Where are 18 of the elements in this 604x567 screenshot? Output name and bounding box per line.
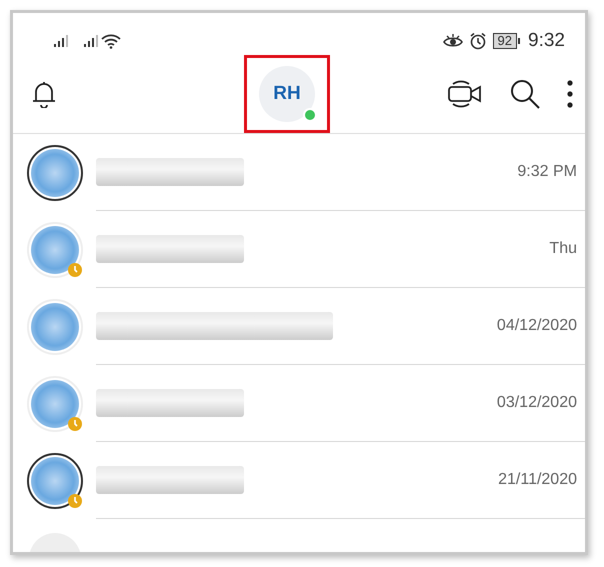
message-time: Thu (549, 239, 577, 259)
video-call-icon[interactable] (447, 79, 483, 109)
message-time: 9:32 PM (517, 162, 577, 182)
wifi-icon (101, 33, 121, 49)
message-time: 21/11/2020 (498, 470, 577, 490)
clock-time: 9:32 (528, 28, 565, 53)
search-icon[interactable] (509, 78, 541, 110)
signal-icon (83, 34, 99, 48)
profile-avatar[interactable]: RH (259, 66, 315, 122)
message-time: 03/12/2020 (496, 393, 577, 413)
eye-icon (442, 33, 463, 49)
bell-icon[interactable] (31, 80, 57, 108)
battery-level: 92 (492, 33, 518, 49)
more-menu-icon[interactable] (567, 80, 573, 108)
message-time: 04/12/2020 (496, 316, 577, 336)
signal-icon (53, 34, 69, 48)
alarm-icon (468, 32, 487, 50)
battery-tip-icon (518, 38, 520, 44)
